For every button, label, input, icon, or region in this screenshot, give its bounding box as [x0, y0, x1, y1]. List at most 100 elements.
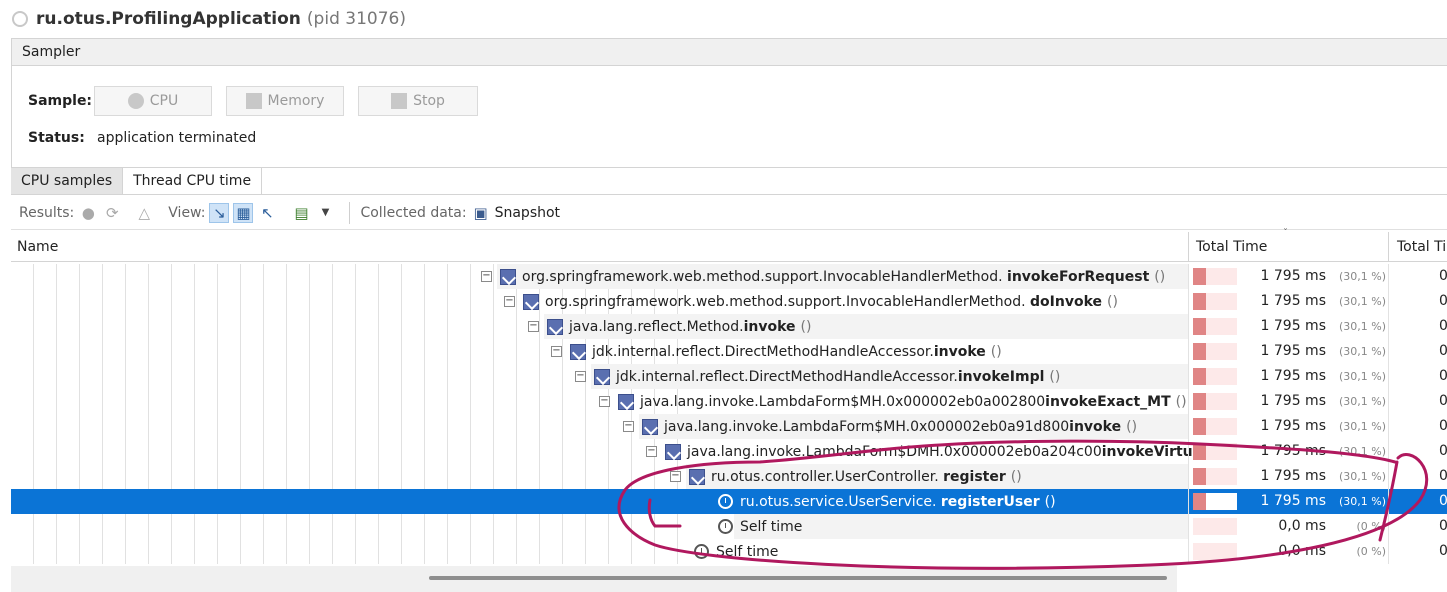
tree-node[interactable]: Self time: [718, 514, 802, 539]
time-bar-background: [1193, 543, 1237, 560]
status-label: Status:: [28, 130, 85, 146]
scrollbar-thumb[interactable]: [429, 576, 1167, 580]
window-title-bar: ru.otus.ProfilingApplication (pid 31076): [0, 0, 1447, 38]
time-bar-fill: [1193, 343, 1206, 360]
method-icon: [523, 293, 539, 310]
table-row[interactable]: − jdk.internal.reflect.DirectMethodHandle…: [11, 339, 1447, 364]
table-row[interactable]: ru.otus.service.UserService. registerUse…: [11, 489, 1447, 514]
collected-data-label: Collected data:: [360, 204, 467, 221]
total-time-cell: 0,0 ms (0 %): [1188, 514, 1388, 539]
self-time-label: Self time: [740, 518, 803, 535]
column-total-time[interactable]: Total Time: [1188, 232, 1388, 262]
tree-node[interactable]: − java.lang.reflect.Method.invoke(): [528, 314, 811, 339]
call-tree-view-icon[interactable]: ↘: [209, 202, 230, 223]
method-parens: (): [800, 318, 812, 335]
collapse-icon[interactable]: −: [551, 346, 562, 357]
method-parens: (): [1126, 418, 1138, 435]
table-row[interactable]: − java.lang.invoke.LambdaForm$DMH.0x00000…: [11, 439, 1447, 464]
collapse-icon[interactable]: −: [481, 271, 492, 282]
stop-button[interactable]: Stop: [358, 86, 478, 116]
cpu-button-label: CPU: [149, 93, 179, 109]
total-time-cell: 0,0 ms (0 %): [1188, 539, 1388, 564]
hot-spots-view-icon[interactable]: ▦: [233, 202, 254, 223]
snapshot-link[interactable]: Snapshot: [495, 205, 560, 221]
tree-node[interactable]: − java.lang.invoke.LambdaForm$DMH.0x00000…: [646, 439, 1223, 464]
column-total-time-cpu-label: Total Time (CPU): [1397, 239, 1447, 255]
total-time-value: 1 795 ms: [1260, 493, 1326, 509]
total-time-cell: 1 795 ms (30,1 %): [1188, 364, 1388, 389]
method-class: ru.otus.service.UserService.: [740, 493, 937, 510]
method-signature: jdk.internal.reflect.DirectMethodHandleA…: [616, 369, 1060, 385]
collapse-icon[interactable]: −: [599, 396, 610, 407]
method-parens: (): [1044, 493, 1056, 510]
total-time-percent: (30,1 %): [1338, 495, 1386, 508]
column-name[interactable]: Name: [17, 239, 58, 255]
cpu-button[interactable]: CPU: [94, 86, 212, 116]
total-time-value: 0,0 ms: [1278, 518, 1326, 534]
total-time-percent: (30,1 %): [1338, 345, 1386, 358]
time-bar-fill: [1193, 318, 1206, 335]
tree-node[interactable]: − jdk.internal.reflect.DirectMethodHandle…: [551, 339, 1002, 364]
method-signature: ru.otus.service.UserService. registerUse…: [740, 494, 1056, 510]
collapse-icon[interactable]: −: [623, 421, 634, 432]
method-signature: java.lang.invoke.LambdaForm$MH.0x000002e…: [664, 419, 1137, 435]
tree-node[interactable]: Self time: [694, 539, 778, 564]
method-icon: [570, 343, 586, 360]
table-row[interactable]: Self time 0,0 ms (0 %)0: [11, 539, 1447, 564]
tree-node[interactable]: − ru.otus.controller.UserController. regi…: [670, 464, 1022, 489]
refresh-icon[interactable]: ⟳: [102, 203, 122, 223]
tree-node[interactable]: − jdk.internal.reflect.DirectMethodHandle…: [575, 364, 1060, 389]
horizontal-scrollbar[interactable]: [11, 566, 1177, 592]
total-time-value: 1 795 ms: [1260, 268, 1326, 284]
method-class: org.springframework.web.method.support.I…: [522, 268, 1003, 285]
tab-thread-cpu-time[interactable]: Thread CPU time: [123, 168, 263, 194]
column-total-time-label: Total Time: [1196, 239, 1268, 255]
snapshot-icon[interactable]: ▣: [471, 203, 491, 223]
tree-node[interactable]: − org.springframework.web.method.support.…: [504, 289, 1118, 314]
collapse-icon[interactable]: −: [528, 321, 539, 332]
method-icon: [689, 468, 705, 485]
collapse-icon[interactable]: −: [575, 371, 586, 382]
thread-filter-icon[interactable]: ▤: [291, 203, 311, 223]
table-row[interactable]: − java.lang.invoke.LambdaForm$MH.0x000002…: [11, 414, 1447, 439]
total-time-percent: (0 %): [1356, 520, 1386, 533]
table-row[interactable]: − ru.otus.controller.UserController. regi…: [11, 464, 1447, 489]
chevron-down-icon[interactable]: ▼: [315, 203, 335, 223]
tree-node[interactable]: − java.lang.invoke.LambdaForm$MH.0x000002…: [623, 414, 1137, 439]
collapse-icon[interactable]: −: [670, 471, 681, 482]
snapshot-record-icon[interactable]: ●: [78, 203, 98, 223]
table-row[interactable]: − org.springframework.web.method.support.…: [11, 289, 1447, 314]
memory-icon: [245, 93, 262, 109]
clock-icon: [718, 519, 733, 534]
table-row[interactable]: − java.lang.reflect.Method.invoke() 1 795 …: [11, 314, 1447, 339]
total-time-cpu-cell: 0: [1388, 314, 1447, 339]
collapse-icon[interactable]: −: [646, 446, 657, 457]
tab-cpu-samples[interactable]: CPU samples: [11, 168, 124, 194]
method-parens: (): [1010, 468, 1022, 485]
toolbar-separator: [349, 201, 351, 224]
tree-node[interactable]: ru.otus.service.UserService. registerUse…: [718, 489, 1056, 514]
tree-node[interactable]: − org.springframework.web.method.support.…: [481, 264, 1165, 289]
total-time-cell: 1 795 ms (30,1 %): [1188, 414, 1388, 439]
collapse-icon[interactable]: −: [504, 296, 515, 307]
delta-icon[interactable]: △: [134, 203, 154, 223]
method-icon: [594, 368, 610, 385]
total-time-cell: 1 795 ms (30,1 %): [1188, 464, 1388, 489]
total-time-value: 1 795 ms: [1260, 443, 1326, 459]
table-row[interactable]: − jdk.internal.reflect.DirectMethodHandle…: [11, 364, 1447, 389]
tree-node[interactable]: − java.lang.invoke.LambdaForm$MH.0x000002…: [599, 389, 1187, 414]
method-signature: java.lang.reflect.Method.invoke(): [569, 319, 811, 335]
table-row[interactable]: Self time 0,0 ms (0 %)0: [11, 514, 1447, 539]
total-time-percent: (30,1 %): [1338, 470, 1386, 483]
memory-button[interactable]: Memory: [226, 86, 344, 116]
column-total-time-cpu[interactable]: Total Time (CPU): [1388, 232, 1447, 262]
method-icon: [547, 318, 563, 335]
memory-button-label: Memory: [267, 93, 325, 109]
time-bar-background: [1193, 518, 1237, 535]
table-row[interactable]: − java.lang.invoke.LambdaForm$MH.0x000002…: [11, 389, 1447, 414]
table-row[interactable]: − org.springframework.web.method.support.…: [11, 264, 1447, 289]
method-class: jdk.internal.reflect.DirectMethodHandleA…: [592, 343, 934, 360]
sampler-panel: Sample: CPU Memory Stop Status: applicat…: [11, 66, 1447, 167]
combined-view-icon[interactable]: ↖: [257, 203, 277, 223]
method-signature: java.lang.invoke.LambdaForm$MH.0x000002e…: [640, 394, 1187, 410]
